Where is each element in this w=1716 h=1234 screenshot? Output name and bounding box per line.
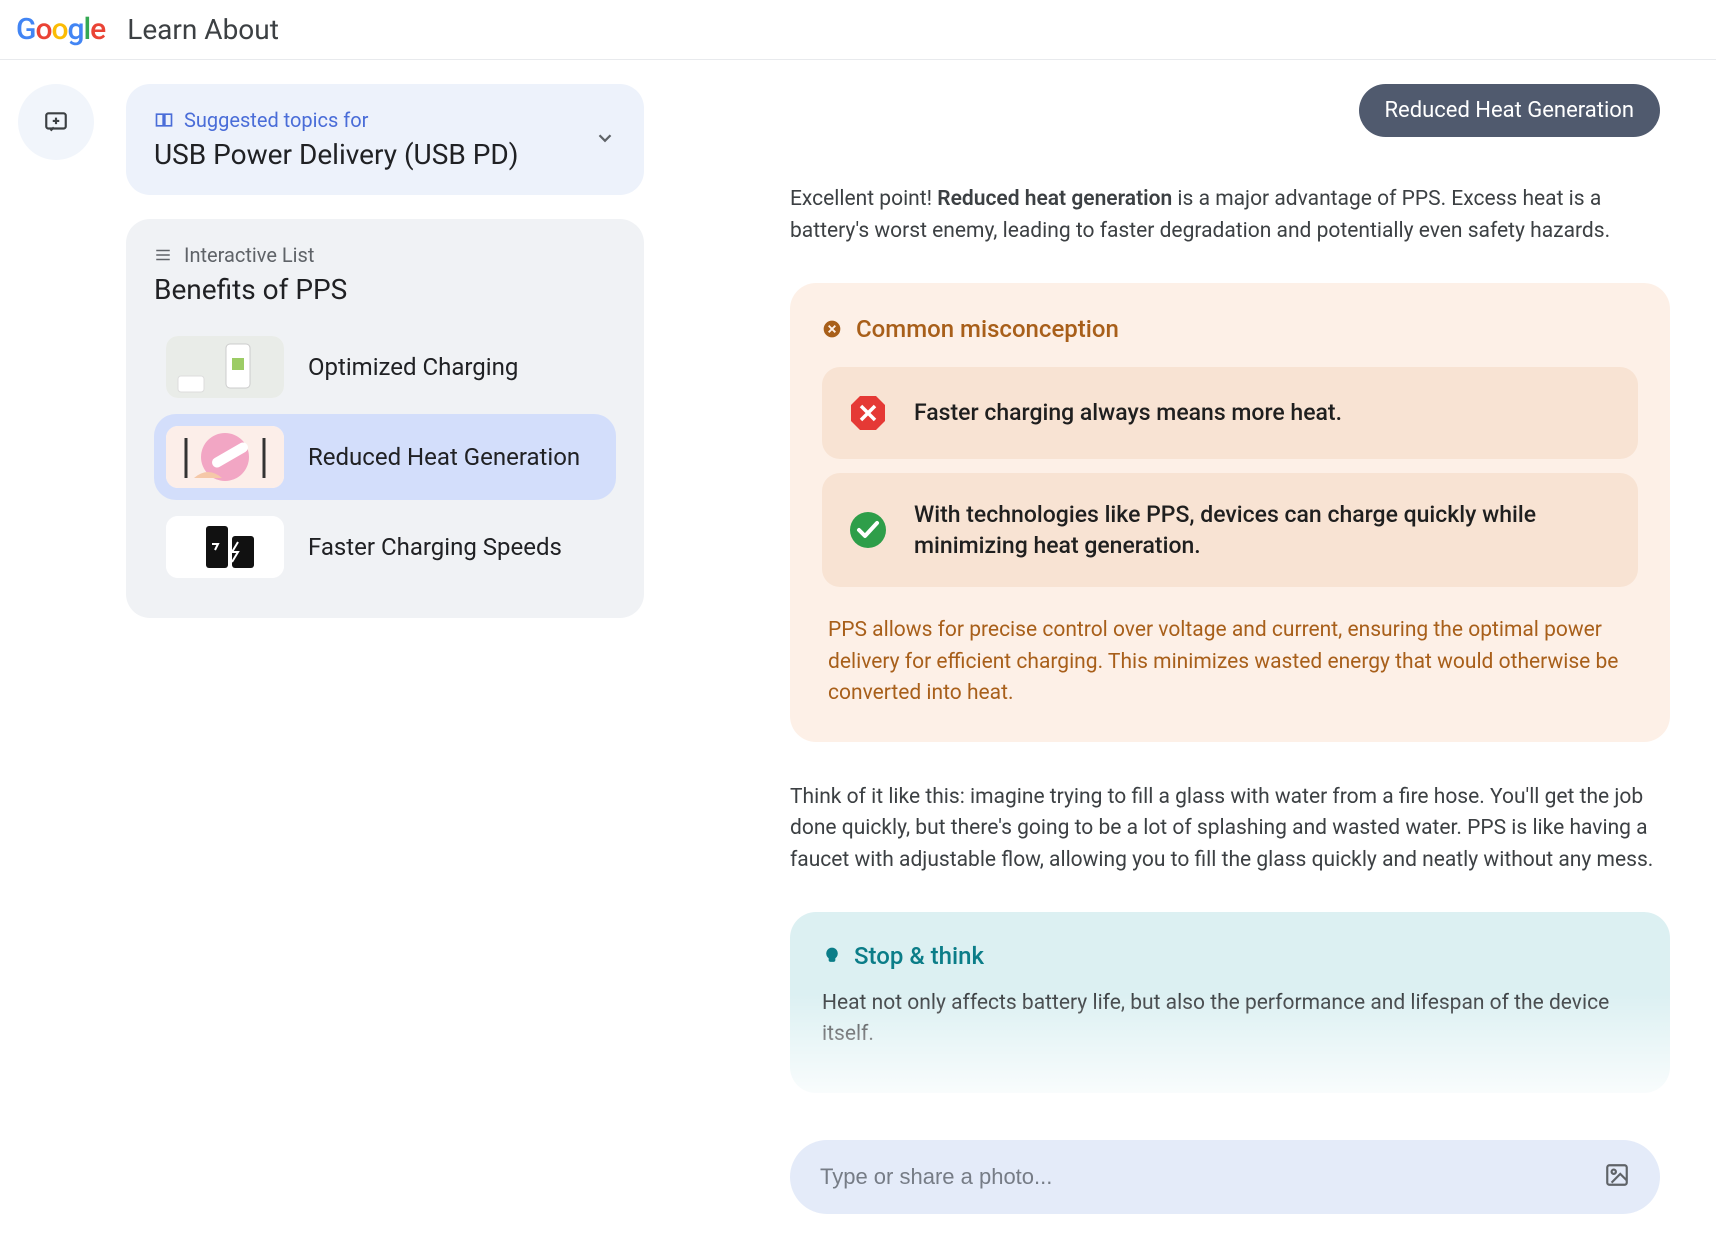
book-icon [154,110,174,130]
image-icon [1604,1162,1630,1188]
suggested-topics-card[interactable]: Suggested topics for USB Power Delivery … [126,84,644,195]
app-header: Google Learn About [0,0,1716,60]
thumb-faster-charging [166,516,284,578]
misconception-card: Common misconception Faster charging alw… [790,283,1670,742]
chat-input[interactable] [820,1164,1604,1190]
list-item-label: Reduced Heat Generation [308,443,580,471]
suggested-topics-title: USB Power Delivery (USB PD) [154,138,616,171]
interactive-list-title: Benefits of PPS [154,273,616,306]
stop-think-header: Stop & think [822,942,1638,970]
list-item-reduced-heat[interactable]: Reduced Heat Generation [154,414,616,500]
new-conversation-button[interactable] [18,84,94,160]
chat-input-bar[interactable] [790,1140,1660,1214]
misconception-right-row: With technologies like PPS, devices can … [822,473,1638,587]
stop-think-card: Stop & think Heat not only affects batte… [790,912,1670,1093]
error-circle-icon [822,319,842,339]
app-title: Learn About [127,13,279,46]
lightbulb-icon [822,946,842,966]
interactive-list-label: Interactive List [154,243,616,267]
misconception-explain: PPS allows for precise control over volt… [822,601,1638,710]
thumb-optimized-charging [166,336,284,398]
misconception-right-text: With technologies like PPS, devices can … [914,499,1612,561]
list-icon [154,246,172,264]
analogy-text: Think of it like this: imagine trying to… [790,782,1670,877]
suggested-topics-label: Suggested topics for [154,108,616,132]
list-item-faster-charging[interactable]: Faster Charging Speeds [154,504,616,590]
correct-icon [848,510,888,550]
chevron-down-icon[interactable] [594,127,616,153]
thumb-reduced-heat [166,426,284,488]
intro-text: Excellent point! Reduced heat generation… [790,184,1670,247]
google-logo: Google [16,12,105,47]
misconception-wrong-text: Faster charging always means more heat. [914,397,1342,428]
interactive-list-card: Interactive List Benefits of PPS Optimiz… [126,219,644,618]
list-item-label: Optimized Charging [308,353,518,381]
image-upload-button[interactable] [1604,1162,1630,1192]
topic-chip: Reduced Heat Generation [1359,84,1661,137]
list-item-label: Faster Charging Speeds [308,533,562,561]
stop-think-text: Heat not only affects battery life, but … [822,988,1638,1049]
misconception-wrong-row: Faster charging always means more heat. [822,367,1638,459]
wrong-icon [848,393,888,433]
list-item-optimized-charging[interactable]: Optimized Charging [154,324,616,410]
misconception-header: Common misconception [822,315,1638,343]
